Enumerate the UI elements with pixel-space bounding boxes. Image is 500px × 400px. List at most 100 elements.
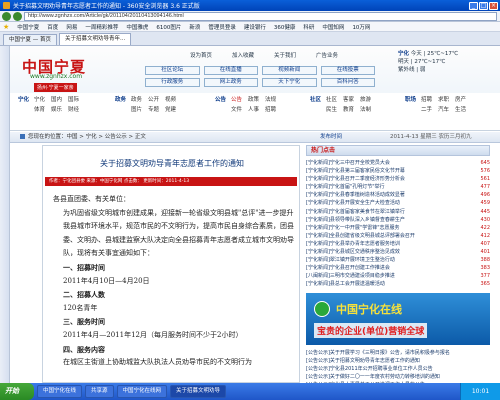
fav-item[interactable]: 管理员登录 xyxy=(208,23,236,31)
subnav-link[interactable]: 国际 xyxy=(68,96,79,104)
favorites-star-icon[interactable]: ★ xyxy=(3,23,9,31)
ads-link[interactable]: 广告业务 xyxy=(316,51,338,59)
news-item[interactable]: [宁化新闻]翠江镇开展环境卫生整治行动 388 xyxy=(306,256,490,264)
announcement-item[interactable]: [公告公示]关于开展学习《三明日报》公告，请市民积极参与报名 xyxy=(306,349,490,357)
news-item[interactable]: [宁化新闻]宁化首届"孔明灯节"举行 477 xyxy=(306,183,490,191)
about-link[interactable]: 关于我们 xyxy=(274,51,296,59)
taskbar-item[interactable]: 共享源 xyxy=(85,385,114,398)
maximize-button[interactable]: □ xyxy=(479,1,488,10)
news-title[interactable]: [宁化新闻]宁化县召开二季度经济形势分析会 xyxy=(306,175,470,183)
subnav-link[interactable]: 求职 xyxy=(438,96,449,104)
subnav-link[interactable]: 法制 xyxy=(360,106,371,114)
subnav-link[interactable]: 招聘 xyxy=(421,96,432,104)
back-icon[interactable] xyxy=(2,11,11,21)
nav-vote[interactable]: 在线投票 xyxy=(320,66,375,75)
subnav-link[interactable]: 房产 xyxy=(455,96,466,104)
news-title[interactable]: [宁化新闻]宁化首届"孔明灯节"举行 xyxy=(306,183,470,191)
news-item[interactable]: [宁化新闻]宁化县第三届客家民俗文化节开幕 576 xyxy=(306,167,490,175)
nav-video[interactable]: 视频新闻 xyxy=(262,66,317,75)
subnav-link[interactable]: 宁化 xyxy=(34,96,45,104)
start-button[interactable]: 开始 xyxy=(0,383,34,400)
breadcrumb-text[interactable]: 您现在的位置：中国 > 宁化 > 公告公示 > 正文 xyxy=(28,134,146,140)
taskbar-item[interactable]: 关于招募文明劝导 xyxy=(170,385,227,398)
add-favorite-link[interactable]: 加入收藏 xyxy=(232,51,254,59)
subnav-link[interactable]: 人事 xyxy=(248,106,259,114)
announcement-item[interactable]: [公告公示]关于做好二〇一一年度农村劳动力转移培训的通知 xyxy=(306,373,490,381)
set-homepage-link[interactable]: 设为首页 xyxy=(190,51,212,59)
announcement-item[interactable]: [公告公示]关于招募文明劝导青年志愿者工作的通知 xyxy=(306,357,490,365)
news-title[interactable]: [宁化新闻]宁化三中召开全校党员大会 xyxy=(306,159,470,167)
fav-item[interactable]: 科研 xyxy=(303,23,314,31)
news-title[interactable]: [宁化新闻]宁化县召开创建工作推进会 xyxy=(306,264,470,272)
tab-article[interactable]: 关于招募文明劝导青年... xyxy=(59,33,132,45)
news-item[interactable]: [宁化新闻]县总工会开展送温暖活动 365 xyxy=(306,280,490,288)
fav-item[interactable]: 网易 xyxy=(66,23,77,31)
news-item[interactable]: [宁化新闻]宁化三中召开全校党员大会 645 xyxy=(306,159,490,167)
nav-admin-service[interactable]: 行政服务 xyxy=(145,78,200,87)
subnav-link[interactable]: 教育 xyxy=(343,106,354,114)
subnav-link[interactable]: 旅游 xyxy=(360,96,371,104)
news-title[interactable]: [宁化新闻]宁化一中开展"学雷锋"志愿服务 xyxy=(306,224,470,232)
nav-forum[interactable]: 社区论坛 xyxy=(145,66,200,75)
subnav-link[interactable]: 生活 xyxy=(455,106,466,114)
news-item[interactable]: [宁化新闻]宁化县城区交通秩序整治见成效 401 xyxy=(306,248,490,256)
fav-item[interactable]: 360健康 xyxy=(274,23,296,31)
fav-item[interactable]: 百度 xyxy=(47,23,58,31)
subnav-link[interactable]: 二手 xyxy=(421,106,432,114)
news-title[interactable]: [宁化新闻]县总工会开展送温暖活动 xyxy=(306,280,470,288)
news-title[interactable]: [宁化新闻]宁化县第三届客家民俗文化节开幕 xyxy=(306,167,470,175)
fav-item[interactable]: 建设银行 xyxy=(244,23,266,31)
taskbar-item[interactable]: 中国宁化在线网 xyxy=(116,385,168,398)
subnav-link[interactable]: 社区 xyxy=(326,96,337,104)
subnav-link[interactable]: 政务 xyxy=(131,96,142,104)
subnav-link[interactable]: 视频 xyxy=(165,96,176,104)
news-title[interactable]: [宁化新闻]宁化县春季植树造林活动成效显著 xyxy=(306,191,470,199)
subnav-link[interactable]: 汽车 xyxy=(438,106,449,114)
news-item[interactable]: [宁化新闻]宁化县春季植树造林活动成效显著 496 xyxy=(306,191,490,199)
fav-item[interactable]: 一周精彩推荐 xyxy=(85,23,118,31)
news-item[interactable]: [宁化新闻]宁化县举办青年志愿者服务培训 407 xyxy=(306,240,490,248)
promo-banner[interactable]: 中国宁化在线 宝贵的企业(单位)营销全球 xyxy=(306,292,490,345)
subnav-link[interactable]: 财经 xyxy=(68,106,79,114)
news-title[interactable]: [宁化新闻]县领导带队深入乡镇督查春耕生产 xyxy=(306,216,470,224)
nav-qa[interactable]: 百科问答 xyxy=(320,78,375,87)
nav-live[interactable]: 在线直播 xyxy=(203,66,258,75)
subnav-link[interactable]: 民生 xyxy=(326,106,337,114)
news-title[interactable]: [宁化新闻]宁化县开展安全生产大检查活动 xyxy=(306,199,470,207)
tab-home[interactable]: 中国宁夏 — 首页 xyxy=(3,34,57,45)
announcement-item[interactable]: [公告公示]宁化县2011年公开招聘事业单位工作人员公告 xyxy=(306,365,490,373)
fav-item[interactable]: 中国雅虎 xyxy=(126,23,148,31)
news-title[interactable]: [八闽新闻]三明市交通建设项目稳步推进 xyxy=(306,272,470,280)
news-item[interactable]: [宁化新闻]宁化县开展安全生产大检查活动 459 xyxy=(306,199,490,207)
news-item[interactable]: [宁化新闻]宁化县召开创建工作推进会 383 xyxy=(306,264,490,272)
news-item[interactable]: [宁化新闻]宁化首届客家美食节在翠江镇举行 445 xyxy=(306,208,490,216)
subnav-link[interactable]: 专题 xyxy=(148,106,159,114)
address-input[interactable] xyxy=(24,11,497,21)
minimize-button[interactable]: _ xyxy=(469,1,478,10)
fav-item[interactable]: 10万网 xyxy=(352,23,370,31)
news-item[interactable]: [宁化新闻]全县创建省级文明县城总评部署会召开 412 xyxy=(306,232,490,240)
news-item[interactable]: [八闽新闻]三明市交通建设项目稳步推进 377 xyxy=(306,272,490,280)
forward-icon[interactable] xyxy=(13,11,22,21)
fav-item[interactable]: 中国知网 xyxy=(322,23,344,31)
taskbar-item[interactable]: 中国宁化在线 xyxy=(37,385,83,398)
subnav-link[interactable]: 法规 xyxy=(265,96,276,104)
news-title[interactable]: [宁化新闻]宁化县城区交通秩序整治见成效 xyxy=(306,248,470,256)
subnav-link[interactable]: 政策 xyxy=(248,96,259,104)
news-item[interactable]: [宁化新闻]县领导带队深入乡镇督查春耕生产 430 xyxy=(306,216,490,224)
fav-item[interactable]: 新浪 xyxy=(189,23,200,31)
subnav-link[interactable]: 客家 xyxy=(343,96,354,104)
news-item[interactable]: [宁化新闻]宁化县召开二季度经济形势分析会 561 xyxy=(306,175,490,183)
news-item[interactable]: [宁化新闻]宁化一中开展"学雷锋"志愿服务 422 xyxy=(306,224,490,232)
news-title[interactable]: [宁化新闻]宁化县举办青年志愿者服务培训 xyxy=(306,240,470,248)
close-button[interactable]: × xyxy=(489,1,498,10)
nav-world[interactable]: 天下宁化 xyxy=(262,78,317,87)
news-title[interactable]: [宁化新闻]翠江镇开展环境卫生整治行动 xyxy=(306,256,470,264)
subnav-link[interactable]: 党建 xyxy=(165,106,176,114)
subnav-link[interactable]: 文件 xyxy=(231,106,242,114)
fav-item[interactable]: 6100图片 xyxy=(156,23,181,31)
subnav-link[interactable]: 公开 xyxy=(148,96,159,104)
news-title[interactable]: [宁化新闻]宁化首届客家美食节在翠江镇举行 xyxy=(306,208,470,216)
subnav-link[interactable]: 公告 xyxy=(231,96,242,104)
fav-item[interactable]: 中国宁夏 xyxy=(17,23,39,31)
